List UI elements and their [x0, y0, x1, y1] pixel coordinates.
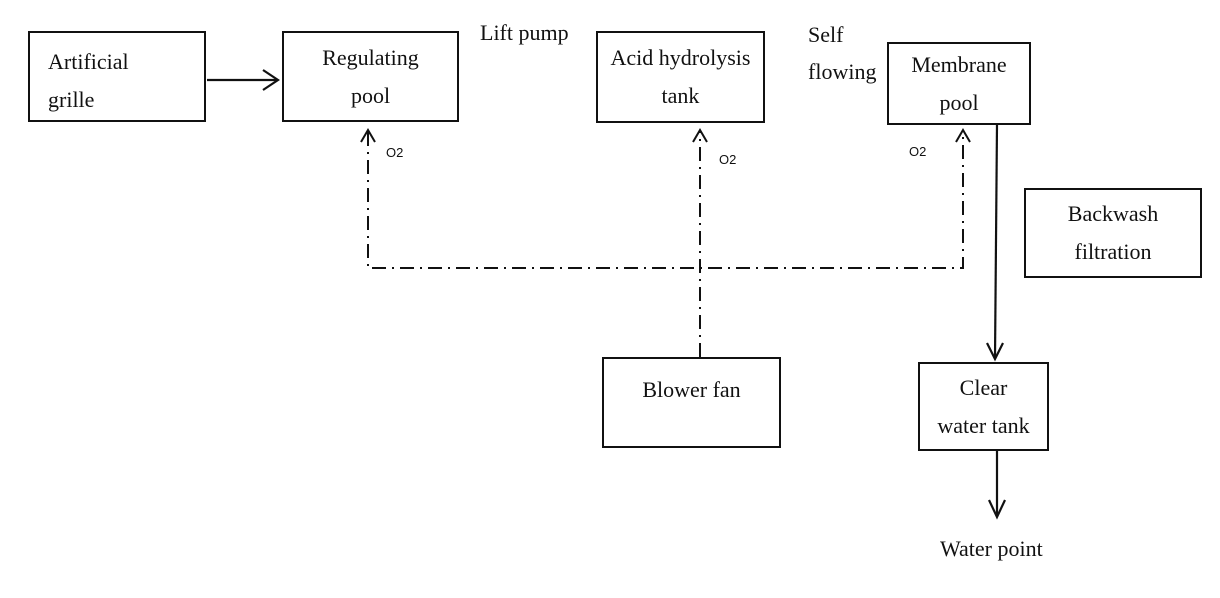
node-regulating-pool: Regulating pool [282, 31, 459, 122]
node-backwash-filtration: Backwash filtration [1024, 188, 1202, 278]
node-label-line: pool [350, 82, 391, 108]
node-label-line: Regulating [322, 44, 419, 70]
label-o2-membrane: O2 [909, 144, 927, 159]
label-o2-regulating: O2 [386, 145, 404, 160]
node-label-line: pool [939, 89, 979, 115]
node-acid-hydrolysis-tank: Acid hydrolysis tank [596, 31, 765, 123]
node-label-line: Acid hydrolysis [610, 45, 751, 70]
label-o2-acid: O2 [719, 152, 737, 167]
air-arrowhead-membrane [955, 128, 971, 143]
node-label-line: Blower fan [642, 377, 741, 402]
node-artificial-grille: Artificial grille [28, 31, 206, 122]
node-label-line: filtration [1074, 239, 1152, 264]
node-clear-water-tank: Clear water tank [918, 362, 1049, 451]
node-label-line: water tank [937, 412, 1030, 438]
label-lift-pump: Lift pump [480, 20, 569, 45]
node-label-line: Clear [959, 374, 1008, 400]
node-blower-fan: Blower fan [602, 357, 781, 448]
node-label-line: Backwash [1067, 201, 1159, 226]
label-line: flowing [808, 59, 877, 84]
node-label-line: grille [48, 87, 95, 112]
label-line: Self [808, 22, 844, 47]
label-self-flowing: Self flowing [808, 16, 876, 90]
process-flow-diagram: Artificial grille Regulating pool Lift p… [0, 0, 1220, 598]
node-membrane-pool: Membrane pool [887, 42, 1031, 125]
arrow-membrane-to-clear-water [993, 123, 999, 359]
node-label-line: tank [661, 83, 700, 108]
air-line-regulating [367, 132, 964, 269]
node-label-line: Artificial [48, 49, 129, 74]
label-water-point: Water point [940, 536, 1043, 561]
node-label-line: Membrane [911, 51, 1007, 77]
